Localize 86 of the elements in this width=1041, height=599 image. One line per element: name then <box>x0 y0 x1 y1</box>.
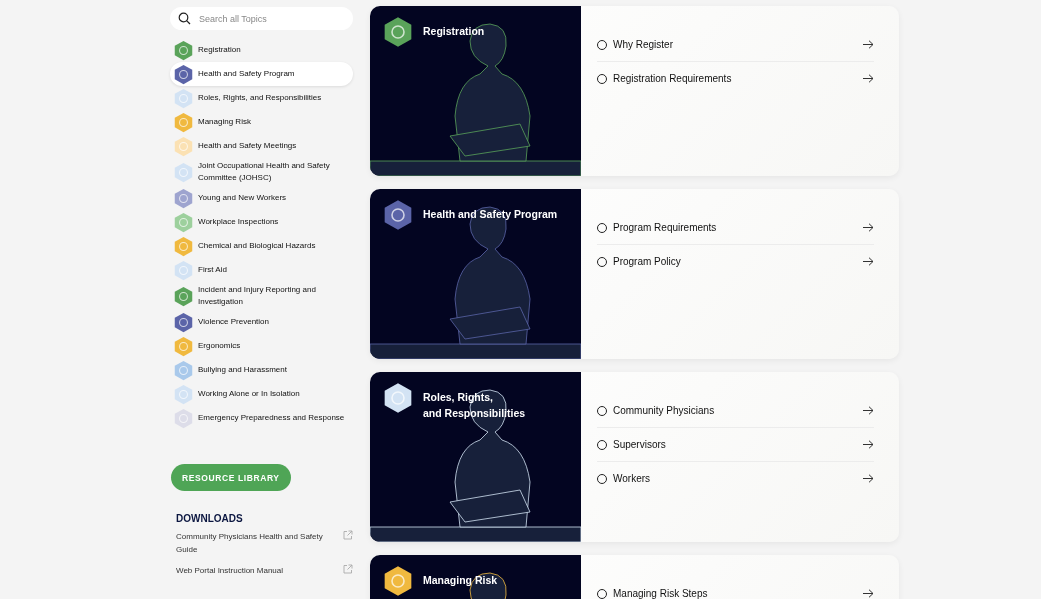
hexagon-icon <box>173 211 194 233</box>
hexagon-icon <box>173 87 194 109</box>
topic-item[interactable]: Joint Occupational Health and Safety Committee (JOHSC) <box>170 158 353 186</box>
hexagon-icon <box>173 135 194 157</box>
topic-label: Roles, Rights, and Responsibilities <box>198 92 323 104</box>
downloads-heading: DOWNLOADS <box>176 513 244 524</box>
link-label: Program Requirements <box>613 222 718 233</box>
topic-label: Health and Safety Program <box>198 68 296 80</box>
arrow-right-icon <box>863 223 874 232</box>
hexagon-icon <box>382 199 414 231</box>
topic-item[interactable]: Young and New Workers <box>170 186 353 210</box>
hexagon-icon <box>382 16 414 48</box>
topic-label: Health and Safety Meetings <box>198 140 298 152</box>
topic-item[interactable]: Health and Safety Program <box>170 62 353 86</box>
hexagon-icon <box>173 111 194 133</box>
topic-label: Managing Risk <box>198 116 252 128</box>
link-label: Program Policy <box>613 256 682 267</box>
topic-label: First Aid <box>198 264 228 276</box>
topic-label: Joint Occupational Health and Safety Committee (JOHSC) <box>198 160 331 184</box>
topic-link[interactable]: Managing Risk Steps <box>597 577 874 599</box>
topic-item[interactable]: Workplace Inspections <box>170 210 353 234</box>
topic-item[interactable]: Bullying and Harassment <box>170 358 353 382</box>
topic-link[interactable]: Registration Requirements <box>597 62 874 95</box>
hexagon-icon <box>173 359 194 381</box>
download-link[interactable]: Web Portal Instruction Manual <box>176 564 326 577</box>
arrow-right-icon <box>863 40 874 49</box>
topic-label: Workplace Inspections <box>198 216 280 228</box>
link-label: Workers <box>613 473 652 484</box>
topic-label: Emergency Preparedness and Response <box>198 412 346 424</box>
hexagon-icon <box>173 285 194 307</box>
search-icon <box>178 12 191 25</box>
card-title: Managing Risk <box>423 573 498 588</box>
topic-label: Ergonomics <box>198 340 242 352</box>
hexagon-icon <box>173 39 194 61</box>
hexagon-icon <box>173 161 194 183</box>
link-label: Community Physicians <box>613 405 716 416</box>
hexagon-icon <box>173 383 194 405</box>
topic-link[interactable]: Supervisors <box>597 428 874 462</box>
hexagon-icon <box>173 311 194 333</box>
arrow-right-icon <box>863 589 874 598</box>
external-link-icon[interactable] <box>343 530 353 540</box>
hexagon-icon <box>173 259 194 281</box>
topic-item[interactable]: Violence Prevention <box>170 310 353 334</box>
topic-item[interactable]: Chemical and Biological Hazards <box>170 234 353 258</box>
arrow-right-icon <box>863 74 874 83</box>
topic-item[interactable]: Health and Safety Meetings <box>170 134 353 158</box>
hexagon-icon <box>173 187 194 209</box>
card-title: Health and Safety Program <box>423 207 558 222</box>
link-label: Supervisors <box>613 439 667 450</box>
topic-item[interactable]: Managing Risk <box>170 110 353 134</box>
hexagon-icon <box>173 63 194 85</box>
topic-item[interactable]: Roles, Rights, and Responsibilities <box>170 86 353 110</box>
topic-label: Incident and Injury Reporting and Investigation <box>198 284 317 308</box>
hexagon-icon <box>173 335 194 357</box>
topic-link[interactable]: Program Requirements <box>597 211 874 245</box>
topic-label: Working Alone or In Isolation <box>198 388 301 400</box>
topic-link[interactable]: Program Policy <box>597 245 874 278</box>
card-title: Roles, Rights, and Responsibilities <box>423 390 526 421</box>
topic-label: Chemical and Biological Hazards <box>198 240 317 252</box>
link-label: Why Register <box>613 39 674 50</box>
topic-item[interactable]: Working Alone or In Isolation <box>170 382 353 406</box>
arrow-right-icon <box>863 440 874 449</box>
topic-label: Registration <box>198 44 242 56</box>
arrow-right-icon <box>863 257 874 266</box>
arrow-right-icon <box>863 474 874 483</box>
topic-link[interactable]: Community Physicians <box>597 394 874 428</box>
arrow-right-icon <box>863 406 874 415</box>
hexagon-icon <box>173 235 194 257</box>
hexagon-icon <box>382 382 414 414</box>
link-label: Registration Requirements <box>613 73 733 84</box>
topic-item[interactable]: Ergonomics <box>170 334 353 358</box>
link-label: Managing Risk Steps <box>613 588 709 599</box>
topic-link[interactable]: Why Register <box>597 28 874 62</box>
search-field[interactable]: Search all Topics <box>170 7 353 30</box>
hexagon-icon <box>382 565 414 597</box>
topic-label: Bullying and Harassment <box>198 364 288 376</box>
topic-label: Young and New Workers <box>198 192 288 204</box>
download-link[interactable]: Community Physicians Health and Safety Guide <box>176 530 326 556</box>
topic-item[interactable]: Emergency Preparedness and Response <box>170 406 353 430</box>
topic-item[interactable]: Incident and Injury Reporting and Investigation <box>170 282 353 310</box>
topic-link[interactable]: Workers <box>597 462 874 495</box>
external-link-icon[interactable] <box>343 564 353 574</box>
topic-item[interactable]: First Aid <box>170 258 353 282</box>
topic-item[interactable]: Registration <box>170 38 353 62</box>
card-title: Registration <box>423 24 485 39</box>
topic-label: Violence Prevention <box>198 316 270 328</box>
